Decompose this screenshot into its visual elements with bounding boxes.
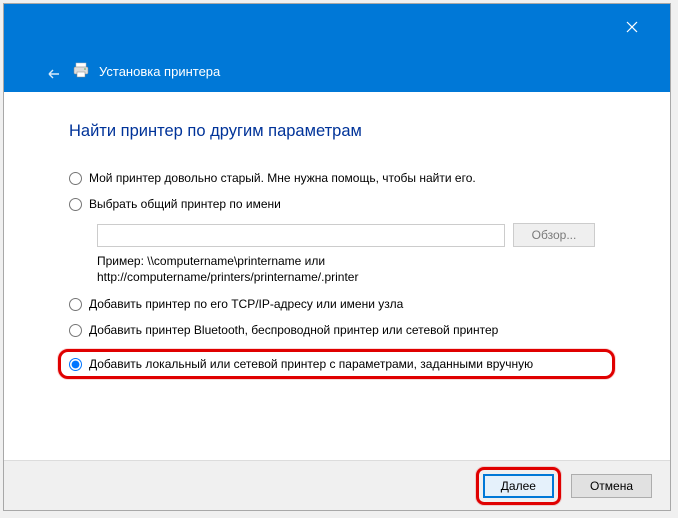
radio-old-printer[interactable] bbox=[69, 172, 82, 185]
shared-printer-block: Обзор... Пример: \\computername\printern… bbox=[97, 223, 605, 285]
option-tcpip[interactable]: Добавить принтер по его TCP/IP-адресу ил… bbox=[69, 297, 605, 311]
example-text: Пример: \\computername\printername или h… bbox=[97, 253, 605, 285]
radio-shared-printer[interactable] bbox=[69, 198, 82, 211]
printer-icon bbox=[72, 61, 92, 81]
label-bluetooth[interactable]: Добавить принтер Bluetooth, беспроводной… bbox=[89, 323, 498, 337]
back-arrow-icon bbox=[46, 66, 62, 82]
content-area: Найти принтер по другим параметрам Мой п… bbox=[4, 92, 670, 460]
example-line-1: Пример: \\computername\printername или bbox=[97, 253, 605, 269]
next-button-highlight: Далее bbox=[476, 467, 561, 505]
example-line-2: http://computername/printers/printername… bbox=[97, 269, 605, 285]
page-heading: Найти принтер по другим параметрам bbox=[69, 122, 605, 141]
option-local[interactable]: Добавить локальный или сетевой принтер с… bbox=[69, 357, 604, 371]
label-shared-printer[interactable]: Выбрать общий принтер по имени bbox=[89, 197, 281, 211]
label-local[interactable]: Добавить локальный или сетевой принтер с… bbox=[89, 357, 533, 371]
radio-local[interactable] bbox=[69, 358, 82, 371]
radio-tcpip[interactable] bbox=[69, 298, 82, 311]
window-title: Установка принтера bbox=[99, 64, 220, 79]
back-button[interactable] bbox=[44, 64, 64, 84]
radio-bluetooth[interactable] bbox=[69, 324, 82, 337]
browse-button: Обзор... bbox=[513, 223, 595, 247]
option-old-printer[interactable]: Мой принтер довольно старый. Мне нужна п… bbox=[69, 171, 605, 185]
cancel-button[interactable]: Отмена bbox=[571, 474, 652, 498]
dialog-window: Установка принтера Найти принтер по друг… bbox=[3, 3, 671, 511]
label-tcpip[interactable]: Добавить принтер по его TCP/IP-адресу ил… bbox=[89, 297, 403, 311]
next-button[interactable]: Далее bbox=[483, 474, 554, 498]
option-shared-printer[interactable]: Выбрать общий принтер по имени bbox=[69, 197, 605, 211]
close-button[interactable] bbox=[612, 12, 652, 42]
label-old-printer[interactable]: Мой принтер довольно старый. Мне нужна п… bbox=[89, 171, 476, 185]
titlebar: Установка принтера bbox=[4, 4, 670, 92]
close-icon bbox=[626, 21, 638, 33]
shared-printer-input[interactable] bbox=[97, 224, 505, 247]
option-local-highlight: Добавить локальный или сетевой принтер с… bbox=[58, 349, 615, 379]
footer-bar: Далее Отмена bbox=[4, 460, 670, 510]
option-bluetooth[interactable]: Добавить принтер Bluetooth, беспроводной… bbox=[69, 323, 605, 337]
